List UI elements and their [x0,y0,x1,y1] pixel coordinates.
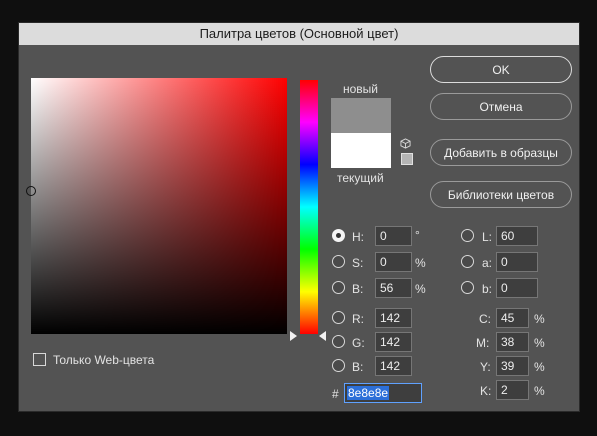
saturation-radio[interactable] [332,255,345,268]
web-safe-swatch-icon[interactable] [401,153,413,165]
hue-radio[interactable] [332,229,345,242]
lab-b-radio[interactable] [461,281,474,294]
cyan-input[interactable]: 45 [496,308,529,328]
web-colors-only-checkbox[interactable] [33,353,46,366]
blue-input[interactable]: 142 [375,356,412,376]
color-field-marker[interactable] [26,186,36,196]
hex-input[interactable]: 8e8e8e [344,383,422,403]
cyan-unit: % [534,312,545,326]
black-input[interactable]: 2 [496,380,529,400]
lab-l-label: L: [482,230,493,244]
lab-l-radio[interactable] [461,229,474,242]
out-of-gamut-cube-icon[interactable] [400,138,411,149]
brightness-unit: % [415,282,426,296]
blue-radio[interactable] [332,359,345,372]
saturation-unit: % [415,256,426,270]
hue-label: H: [352,230,364,244]
lab-l-input[interactable]: 60 [496,226,538,246]
hue-slider[interactable] [300,80,318,334]
new-color-label: новый [343,82,379,96]
black-unit: % [534,384,545,398]
yellow-unit: % [534,360,545,374]
hex-prefix: # [332,387,339,401]
magenta-label: M: [476,336,490,350]
color-field[interactable] [26,78,287,334]
lab-a-radio[interactable] [461,255,474,268]
red-label: R: [352,312,364,326]
magenta-input[interactable]: 38 [496,332,529,352]
window-title: Палитра цветов (Основной цвет) [19,23,579,45]
green-radio[interactable] [332,335,345,348]
saturation-input[interactable]: 0 [375,252,412,272]
yellow-input[interactable]: 39 [496,356,529,376]
add-to-swatches-button[interactable]: Добавить в образцы [430,139,572,166]
blue-label: B: [352,360,364,374]
hex-value: 8e8e8e [347,386,390,400]
lab-b-input[interactable]: 0 [496,278,538,298]
red-radio[interactable] [332,311,345,324]
red-input[interactable]: 142 [375,308,412,328]
web-colors-only-label: Только Web-цвета [53,353,155,367]
brightness-label: B: [352,282,364,296]
brightness-radio[interactable] [332,281,345,294]
color-libraries-button[interactable]: Библиотеки цветов [430,181,572,208]
green-input[interactable]: 142 [375,332,412,352]
lab-b-label: b: [482,282,493,296]
yellow-label: Y: [480,360,491,374]
hue-unit: ° [415,228,420,242]
green-label: G: [352,336,365,350]
cancel-button[interactable]: Отмена [430,93,572,120]
hue-input[interactable]: 0 [375,226,412,246]
hue-slider-right-arrow-icon[interactable] [319,331,326,341]
lab-a-label: a: [482,256,493,270]
cyan-label: C: [479,312,491,326]
color-picker-dialog: Палитра цветов (Основной цвет) новый тек… [18,22,580,412]
black-label: K: [480,384,492,398]
lab-a-input[interactable]: 0 [496,252,538,272]
new-color-swatch [331,98,391,133]
brightness-input[interactable]: 56 [375,278,412,298]
ok-button[interactable]: OK [430,56,572,83]
magenta-unit: % [534,336,545,350]
hue-slider-left-arrow-icon[interactable] [290,331,297,341]
current-color-swatch[interactable] [331,133,391,168]
saturation-label: S: [352,256,364,270]
current-color-label: текущий [337,171,384,185]
